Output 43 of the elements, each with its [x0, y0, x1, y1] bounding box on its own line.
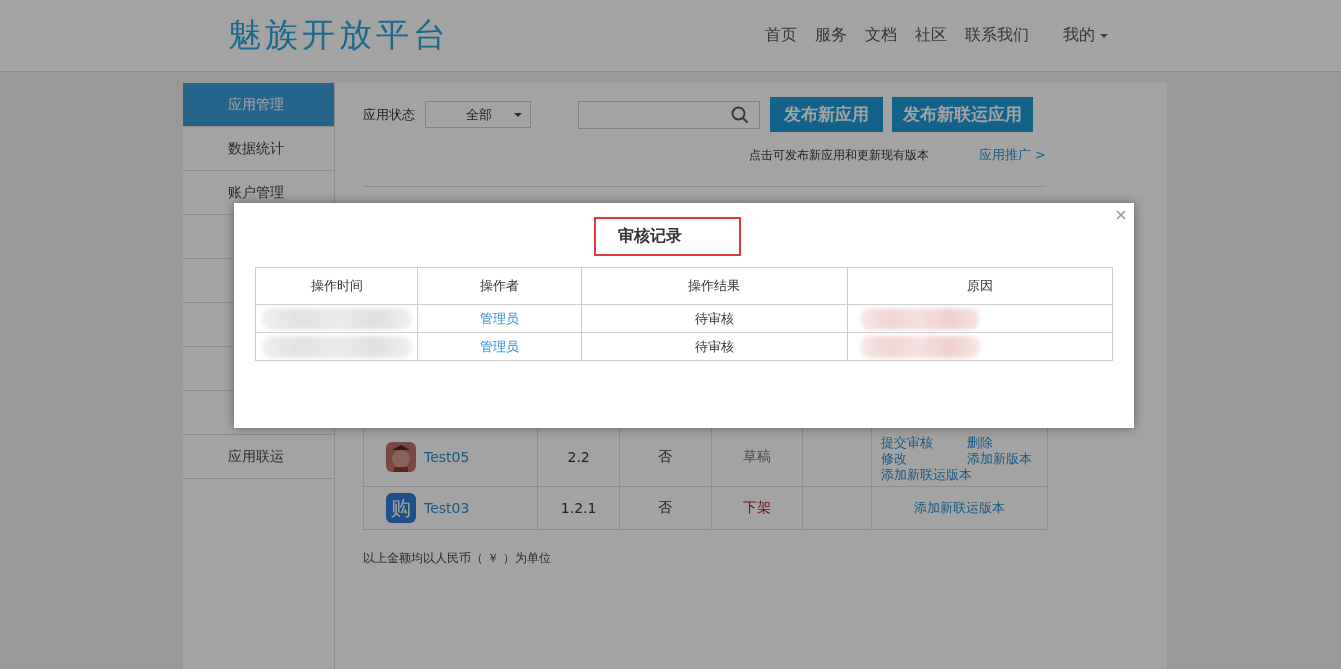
table-cell: 1.2.1 [538, 487, 620, 529]
action-link[interactable]: 修改 [880, 451, 967, 467]
publish-button[interactable]: 发布新应用 [770, 97, 883, 132]
action-link[interactable]: 删除 [966, 435, 1047, 451]
operator-link[interactable]: 管理员 [418, 305, 582, 332]
nav-link[interactable]: 我的 [1063, 25, 1108, 46]
column-header: 操作时间 [256, 268, 419, 304]
sidebar-item[interactable]: 应用管理 [183, 83, 334, 127]
action-link[interactable]: 提交审核 [880, 435, 967, 451]
operator-link[interactable]: 管理员 [418, 333, 582, 360]
table-cell: 否 [619, 487, 712, 529]
status-text: 下架 [711, 487, 804, 529]
column-header: 原因 [965, 277, 994, 295]
app-name-link[interactable]: Test03 [424, 500, 470, 516]
publish-button[interactable]: 发布新联运应用 [892, 97, 1033, 132]
table-cell: 待审核 [581, 305, 848, 332]
promo-link[interactable]: 应用推广 > [978, 146, 1046, 164]
nav-link[interactable]: 社区 [915, 25, 947, 46]
caret-icon [514, 112, 522, 117]
dialog-title: 审核记录 [594, 217, 741, 256]
hint-text: 点击可发布新应用和更新现有版本 [748, 146, 929, 164]
table-cell: 待审核 [581, 333, 848, 360]
app-icon: 购 [386, 493, 416, 523]
action-link[interactable]: 添加新联运版本 [913, 500, 1005, 516]
column-header: 操作者 [418, 268, 582, 304]
nav-link[interactable]: 文档 [865, 25, 897, 46]
search-icon[interactable] [731, 105, 749, 124]
close-icon[interactable] [1116, 210, 1126, 220]
nav-link[interactable]: 服务 [815, 25, 847, 46]
app-name-link[interactable]: Test05 [424, 449, 470, 465]
sidebar-item[interactable]: 应用联运 [183, 435, 334, 479]
status-dropdown[interactable]: 全部 [425, 101, 531, 128]
site-logo[interactable]: 魅族开放平台 [228, 13, 450, 58]
action-link[interactable]: 添加新联运版本 [880, 467, 1047, 483]
footnote: 以上金额均以人民币（ ￥ ）为单位 [363, 550, 552, 567]
sidebar-item[interactable]: 数据统计 [183, 127, 334, 171]
app-icon [386, 442, 416, 472]
status-label: 应用状态 [363, 105, 415, 124]
column-header: 操作结果 [581, 268, 848, 304]
action-link[interactable]: 添加新版本 [966, 451, 1047, 467]
nav-link[interactable]: 联系我们 [965, 25, 1029, 46]
search-field[interactable] [578, 100, 760, 129]
nav-link[interactable]: 首页 [765, 25, 797, 46]
